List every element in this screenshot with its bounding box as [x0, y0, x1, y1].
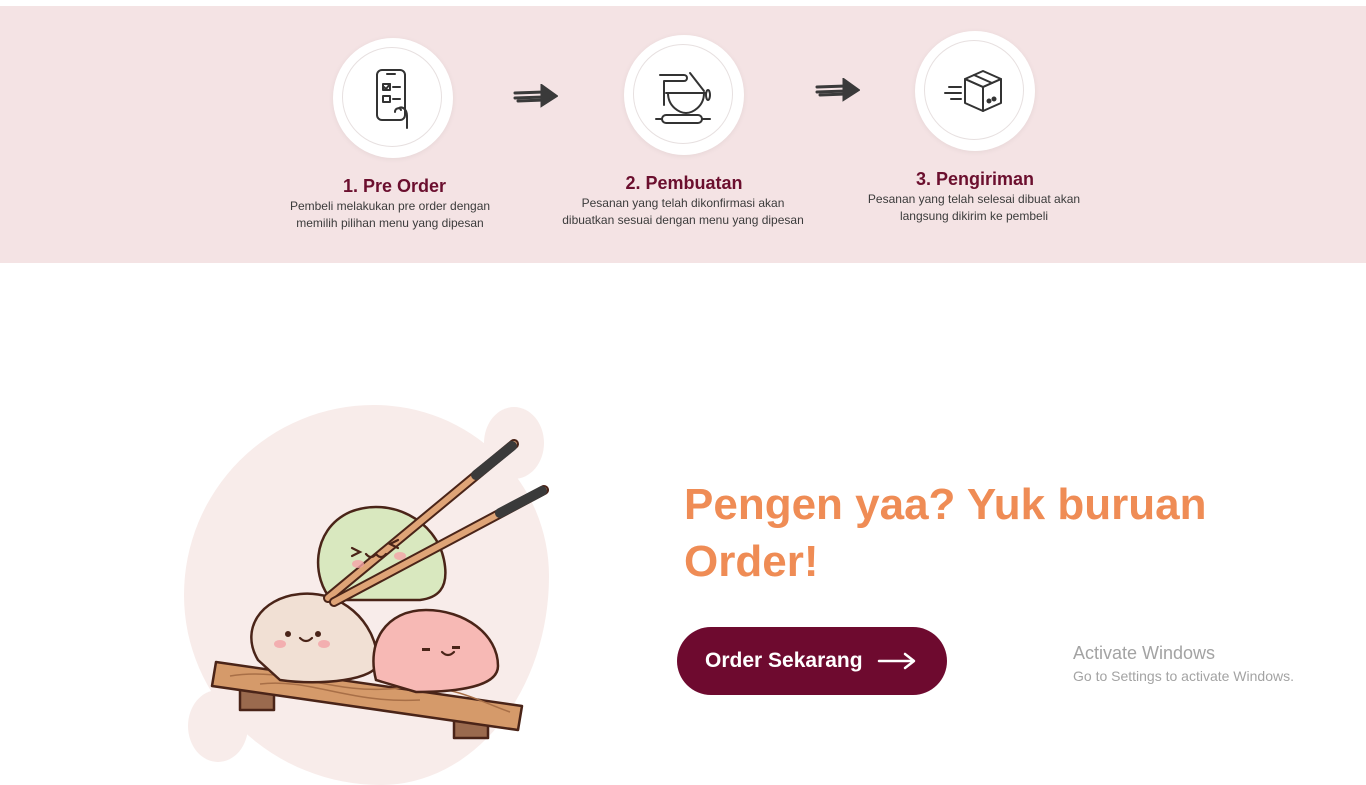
step-3-icon-circle — [915, 31, 1035, 151]
arrow-right-icon — [815, 78, 860, 102]
cta-heading-line1: Pengen yaa? Yuk buruan — [684, 480, 1207, 529]
step-2-title: 2. Pembuatan — [625, 173, 743, 193]
step-2-description: Pesanan yang telah dikonfirmasi akan dib… — [538, 195, 828, 229]
mochi-illustration — [210, 439, 549, 740]
phone-checklist-icon — [376, 69, 408, 129]
step-3-desc-line1: Pesanan yang telah selesai dibuat akan — [867, 192, 1081, 206]
step-2-desc-line1: Pesanan yang telah dikonfirmasi akan — [581, 196, 785, 210]
baking-bowl-icon — [655, 72, 711, 124]
step-1-title: 1. Pre Order — [343, 176, 447, 196]
arrow-right-icon — [877, 652, 915, 670]
step-3-title: 3. Pengiriman — [915, 169, 1035, 189]
step-3-desc-line2: langsung dikirim ke pembeli — [899, 209, 1049, 223]
delivery-box-icon — [944, 70, 1002, 112]
cta-heading-line2: Order! — [684, 537, 819, 586]
order-now-button[interactable]: Order Sekarang — [677, 627, 947, 695]
step-3-description: Pesanan yang telah selesai dibuat akan l… — [844, 191, 1104, 225]
windows-activation-watermark-title: Activate Windows — [1073, 643, 1216, 663]
step-2-desc-line2: dibuatkan sesuai dengan menu yang dipesa… — [562, 213, 804, 227]
step-1-desc-line1: Pembeli melakukan pre order dengan — [289, 199, 491, 213]
windows-activation-watermark-subtitle: Go to Settings to activate Windows. — [1073, 668, 1294, 684]
step-2-icon-circle — [624, 35, 744, 155]
step-1-desc-line2: memilih pilihan menu yang dipesan — [296, 216, 484, 230]
step-1-description: Pembeli melakukan pre order dengan memil… — [270, 198, 510, 232]
cta-heading: Pengen yaa? Yuk buruan Order! — [684, 476, 1244, 590]
arrow-right-icon — [513, 84, 558, 108]
order-now-button-label: Order Sekarang — [705, 649, 863, 672]
step-1-icon-circle — [333, 38, 453, 158]
